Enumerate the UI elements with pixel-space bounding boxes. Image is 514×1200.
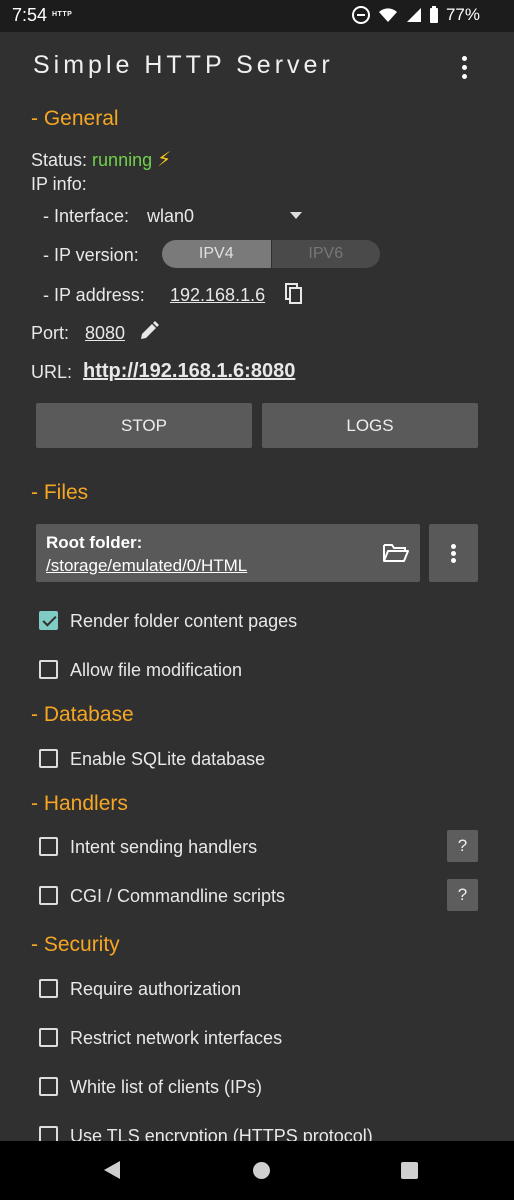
section-handlers: - Handlers (31, 792, 128, 815)
ipv6-toggle-button[interactable]: IPV6 (270, 240, 380, 268)
render-folder-label[interactable]: Render folder content pages (70, 611, 297, 632)
interface-select[interactable]: wlan0 (147, 206, 194, 227)
copy-icon[interactable] (285, 283, 303, 305)
overflow-menu-icon[interactable] (455, 55, 475, 81)
restrict-interfaces-checkbox[interactable] (39, 1028, 58, 1047)
home-icon[interactable] (253, 1162, 270, 1179)
ip-info-label: IP info: (31, 174, 87, 194)
allow-modification-label[interactable]: Allow file modification (70, 660, 242, 681)
section-security: - Security (31, 933, 120, 956)
sqlite-label[interactable]: Enable SQLite database (70, 749, 265, 770)
status-icons: 77% (351, 5, 480, 25)
sqlite-checkbox[interactable] (39, 749, 58, 768)
cell-signal-icon (406, 8, 421, 22)
app-title: Simple HTTP Server (33, 51, 334, 79)
root-folder-more-button[interactable] (429, 524, 478, 582)
root-folder-label: Root folder: (46, 533, 143, 552)
status-row: Status: running ⚡ (31, 147, 171, 172)
status-value: running (92, 150, 153, 170)
http-notification-icon: HTTP (52, 11, 73, 18)
allow-modification-checkbox[interactable] (39, 660, 58, 679)
stop-button[interactable]: STOP (36, 403, 252, 448)
lightning-icon: ⚡ (157, 149, 172, 171)
back-icon[interactable] (104, 1161, 120, 1179)
status-label: Status: (31, 150, 88, 170)
root-folder-path[interactable]: /storage/emulated/0/HTML (46, 556, 247, 576)
interface-label: - Interface: (43, 206, 130, 226)
wifi-icon (378, 8, 397, 22)
battery-percent: 77% (445, 5, 480, 24)
logs-button[interactable]: LOGS (262, 403, 478, 448)
whitelist-checkbox[interactable] (39, 1077, 58, 1096)
cgi-scripts-help-button[interactable]: ? (447, 879, 478, 911)
ip-address-label: - IP address: (43, 285, 145, 305)
restrict-interfaces-label[interactable]: Restrict network interfaces (70, 1028, 282, 1049)
section-general: - General (31, 107, 119, 130)
ipv4-toggle-button[interactable]: IPV4 (162, 240, 271, 268)
recent-apps-icon[interactable] (401, 1162, 418, 1179)
ip-version-label: - IP version: (43, 245, 139, 265)
render-folder-checkbox[interactable] (39, 611, 58, 630)
ip-address-link[interactable]: 192.168.1.6 (170, 285, 265, 306)
require-auth-label[interactable]: Require authorization (70, 979, 241, 1000)
status-bar: 7:54 HTTP 77% (0, 0, 514, 32)
dropdown-arrow-icon[interactable] (290, 212, 302, 219)
ip-version-toggle[interactable]: IPV4 IPV6 (162, 240, 380, 268)
folder-open-icon[interactable] (382, 542, 410, 564)
section-files: - Files (31, 481, 89, 504)
whitelist-label[interactable]: White list of clients (IPs) (70, 1077, 262, 1098)
url-link[interactable]: http://192.168.1.6:8080 (83, 360, 295, 383)
system-navigation-bar (0, 1141, 514, 1200)
require-auth-checkbox[interactable] (39, 979, 58, 998)
status-time: 7:54 (12, 5, 48, 25)
port-link[interactable]: 8080 (85, 323, 125, 344)
url-label: URL: (31, 362, 73, 382)
do-not-disturb-icon (351, 6, 370, 24)
port-label: Port: (31, 323, 70, 343)
intent-handlers-checkbox[interactable] (39, 837, 58, 856)
section-database: - Database (31, 703, 134, 726)
intent-handlers-help-button[interactable]: ? (447, 830, 478, 862)
root-folder-card[interactable]: Root folder: /storage/emulated/0/HTML (36, 524, 420, 582)
battery-icon (429, 5, 438, 23)
intent-handlers-label[interactable]: Intent sending handlers (70, 837, 257, 858)
cgi-scripts-checkbox[interactable] (39, 886, 58, 905)
edit-pencil-icon[interactable] (139, 321, 159, 341)
cgi-scripts-label[interactable]: CGI / Commandline scripts (70, 886, 285, 907)
